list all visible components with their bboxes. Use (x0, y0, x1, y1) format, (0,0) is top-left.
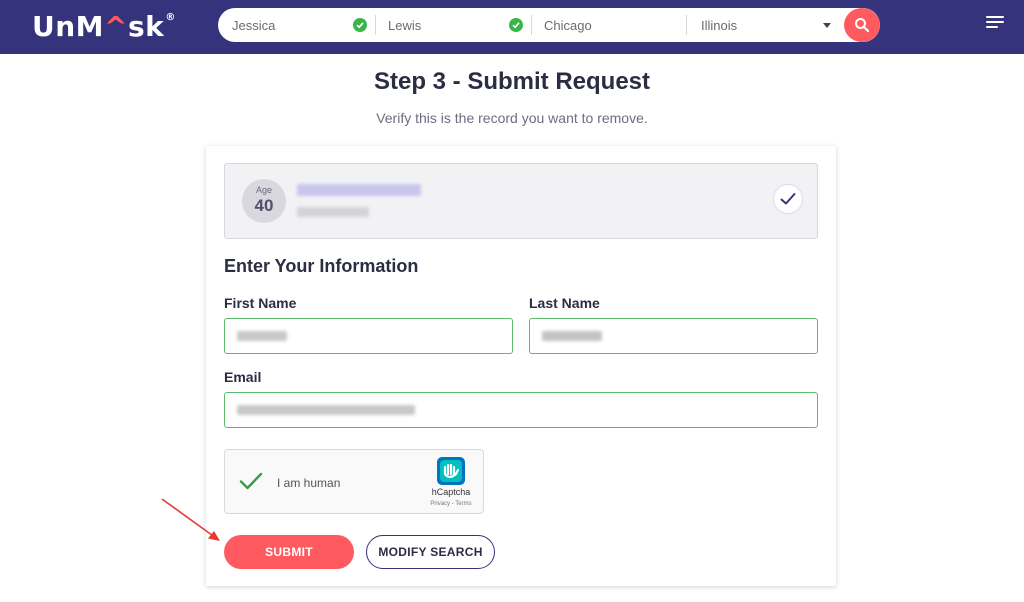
last-name-label: Last Name (529, 295, 600, 311)
section-heading: Enter Your Information (224, 256, 419, 276)
search-bar: Jessica Lewis Chicago Illinois (218, 8, 880, 42)
search-button[interactable] (844, 8, 880, 42)
hcaptcha-widget[interactable]: I am human hCaptcha Privacy - Terms (224, 449, 484, 514)
search-divider (375, 15, 376, 35)
record-selected-check-icon[interactable] (773, 184, 803, 214)
chevron-down-icon[interactable] (823, 23, 831, 28)
last-name-input[interactable] (529, 318, 818, 354)
first-name-valid-icon (353, 18, 367, 32)
captcha-label: I am human (277, 476, 341, 490)
logo-text-start: UnM (32, 10, 105, 43)
logo-accent-mark: ^ (104, 10, 129, 43)
state-select-value: Illinois (701, 17, 738, 33)
submit-button[interactable]: SUBMIT (224, 535, 354, 569)
city-search-value: Chicago (544, 17, 592, 33)
captcha-check-icon[interactable] (239, 471, 263, 491)
first-name-search-field[interactable]: Jessica (232, 8, 362, 42)
record-location-redacted (297, 207, 369, 217)
record-name-redacted (297, 184, 421, 196)
first-name-search-value: Jessica (232, 17, 276, 33)
email-value-redacted (237, 405, 415, 415)
top-navigation-bar: UnM^sk® Jessica Lewis Chicago Illinois (0, 0, 1024, 54)
annotation-arrow-icon (161, 498, 220, 541)
logo-text-end: sk (128, 10, 165, 43)
age-label: Age (255, 185, 272, 195)
request-form-card: Age 40 Enter Your Information First Name… (206, 146, 836, 586)
state-select[interactable]: Illinois (701, 8, 836, 42)
captcha-links[interactable]: Privacy - Terms (423, 501, 479, 507)
hcaptcha-logo-icon (437, 457, 465, 485)
captcha-brand: hCaptcha (431, 487, 471, 497)
selected-record[interactable]: Age 40 (224, 163, 818, 239)
first-name-value-redacted (237, 331, 287, 341)
unmask-logo[interactable]: UnM^sk® (32, 10, 176, 43)
email-label: Email (224, 369, 262, 385)
search-divider (531, 15, 532, 35)
registered-mark: ® (165, 12, 176, 23)
first-name-label: First Name (224, 295, 297, 311)
last-name-search-value: Lewis (388, 17, 422, 33)
city-search-field[interactable]: Chicago (544, 8, 684, 42)
age-value: 40 (254, 196, 274, 215)
age-badge: Age 40 (242, 179, 286, 223)
modify-search-button[interactable]: MODIFY SEARCH (366, 535, 495, 569)
search-divider (686, 15, 687, 35)
hamburger-menu-icon[interactable] (986, 16, 1004, 30)
last-name-valid-icon (509, 18, 523, 32)
page-title: Step 3 - Submit Request (373, 68, 651, 95)
last-name-search-field[interactable]: Lewis (388, 8, 508, 42)
page-subtitle: Verify this is the record you want to re… (376, 110, 648, 126)
last-name-value-redacted (542, 331, 602, 341)
email-input[interactable] (224, 392, 818, 428)
first-name-input[interactable] (224, 318, 513, 354)
search-icon (855, 18, 870, 33)
